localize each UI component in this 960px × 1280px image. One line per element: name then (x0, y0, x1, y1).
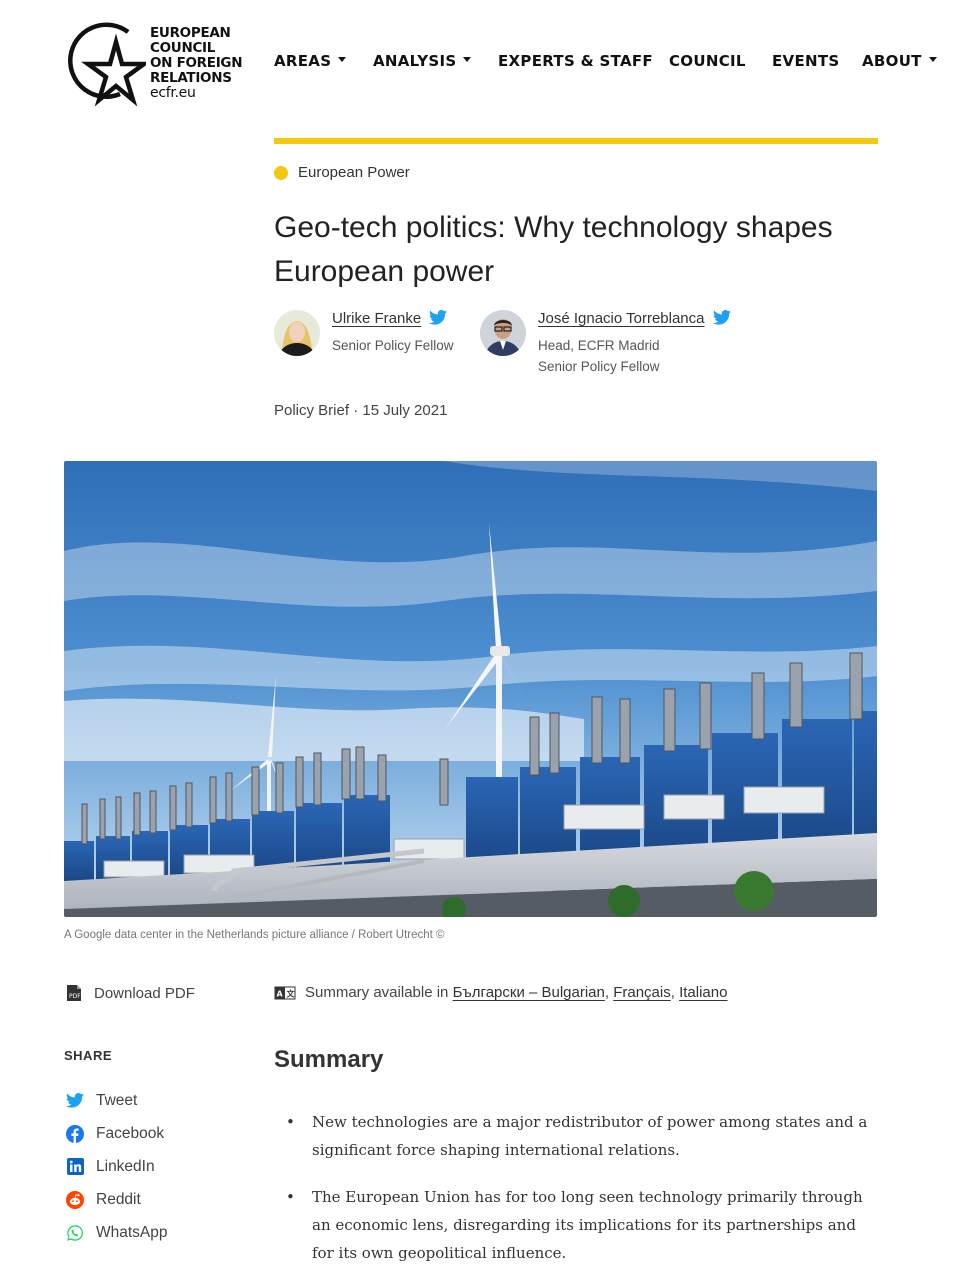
nav-experts-staff[interactable]: EXPERTS & STAFF (498, 52, 653, 70)
article-meta: Policy Brief · 15 July 2021 (274, 402, 448, 419)
hero-image (64, 461, 877, 917)
summary-languages: A 文 Summary available in Български – Bul… (274, 984, 727, 1001)
nav-analysis[interactable]: ANALYSIS (373, 52, 472, 70)
summary-bullet: New technologies are a major redistribut… (284, 1108, 869, 1164)
reddit-icon (66, 1190, 84, 1209)
author-avatar[interactable] (274, 310, 320, 356)
facebook-icon (66, 1124, 84, 1143)
ecfr-logo[interactable]: EUROPEAN COUNCIL ON FOREIGN RELATIONS ec… (62, 16, 252, 112)
twitter-icon (66, 1092, 84, 1110)
star-circle-logo-icon (68, 22, 146, 107)
language-icon: A 文 (274, 986, 296, 999)
author-name-link[interactable]: Ulrike Franke (332, 310, 421, 327)
caret-down-icon (463, 57, 472, 62)
author-avatar[interactable] (480, 310, 526, 356)
share-reddit[interactable]: Reddit (66, 1183, 168, 1216)
summary-bullet: The European Union has for too long seen… (284, 1183, 869, 1267)
author-card: José Ignacio Torreblanca Head, ECFR Madr… (480, 310, 731, 377)
download-pdf-link[interactable]: PDF Download PDF (66, 984, 195, 1002)
caret-down-icon (338, 57, 347, 62)
summary-heading: Summary (274, 1046, 384, 1073)
category-label: European Power (298, 164, 410, 181)
nav-council[interactable]: COUNCIL (669, 52, 746, 70)
accent-divider (274, 138, 878, 144)
twitter-icon[interactable] (429, 310, 448, 330)
twitter-icon[interactable] (712, 310, 731, 330)
whatsapp-icon (66, 1224, 84, 1242)
share-whatsapp[interactable]: WhatsApp (66, 1216, 168, 1249)
linkedin-icon (66, 1158, 84, 1176)
pdf-file-icon: PDF (67, 985, 81, 1001)
author-role: Head, ECFR Madrid Senior Policy Fellow (538, 338, 660, 374)
logo-wordmark: EUROPEAN COUNCIL ON FOREIGN RELATIONS ec… (150, 25, 243, 101)
summary-lang-italian[interactable]: Italiano (679, 984, 727, 1001)
image-caption: A Google data center in the Netherlands … (64, 929, 445, 941)
svg-text:PDF: PDF (69, 993, 81, 1000)
share-linkedin[interactable]: LinkedIn (66, 1150, 168, 1183)
share-facebook[interactable]: Facebook (66, 1117, 168, 1150)
svg-text:文: 文 (287, 988, 296, 998)
share-list: Tweet Facebook LinkedIn Reddit WhatsApp (66, 1084, 168, 1249)
summary-lang-french[interactable]: Français (613, 984, 671, 1001)
nav-about[interactable]: ABOUT (862, 52, 937, 70)
svg-text:A: A (277, 989, 284, 998)
summary-list: New technologies are a major redistribut… (284, 1108, 869, 1280)
category-dot-icon (274, 165, 288, 180)
category-tag[interactable]: European Power (274, 164, 410, 181)
share-twitter[interactable]: Tweet (66, 1084, 168, 1117)
share-heading: SHARE (64, 1048, 113, 1063)
nav-events[interactable]: EVENTS (772, 52, 840, 70)
nav-areas[interactable]: AREAS (274, 52, 347, 70)
author-role: Senior Policy Fellow (332, 338, 454, 353)
caret-down-icon (928, 57, 937, 62)
summary-lang-bulgarian[interactable]: Български – Bulgarian (453, 984, 605, 1001)
author-card: Ulrike Franke Senior Policy Fellow (274, 310, 454, 356)
author-name-link[interactable]: José Ignacio Torreblanca (538, 310, 705, 327)
article-title: Geo-tech politics: Why technology shapes… (274, 211, 833, 288)
